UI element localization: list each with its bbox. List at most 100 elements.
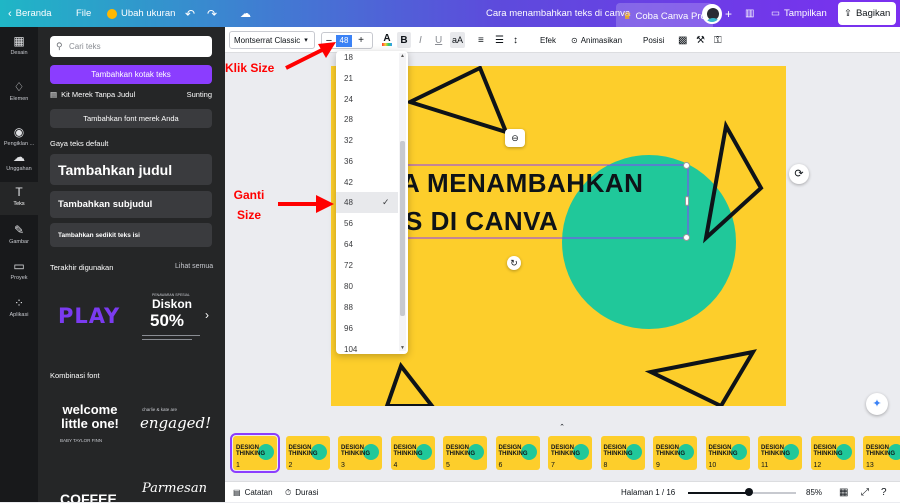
italic-button[interactable]: I — [419, 27, 422, 53]
effects-button[interactable]: Efek — [540, 27, 556, 53]
rail-item-design[interactable]: ▦ Desain — [0, 35, 38, 56]
cloud-save-icon[interactable]: ☁ — [240, 0, 251, 27]
chevron-up-icon[interactable]: ⌃ — [555, 423, 569, 431]
page-thumbnail[interactable]: DESIGN THINKING 9 — [653, 436, 697, 470]
increase-size-button[interactable]: + — [352, 35, 370, 46]
transparency-icon[interactable]: ▩ — [678, 27, 687, 53]
add-textbox-button[interactable]: Tambahkan kotak teks — [50, 65, 212, 84]
magic-icon[interactable]: ✦ — [866, 393, 888, 415]
page-thumbnail[interactable]: DESIGN THINKING 10 — [705, 436, 750, 470]
see-all-link[interactable]: Lihat semua — [175, 263, 213, 270]
resize-handle[interactable] — [683, 234, 690, 241]
bold-button[interactable]: B — [397, 32, 411, 48]
dropdown-scrollbar[interactable]: ▲ ▼ — [399, 53, 406, 351]
size-option[interactable]: 56 — [336, 213, 398, 234]
rail-item-projects[interactable]: ▭ Proyek — [0, 260, 38, 281]
refresh-icon[interactable]: ⟳ — [789, 164, 809, 184]
duration-button[interactable]: ⏱ Durasi — [285, 482, 318, 503]
edit-link[interactable]: Sunting — [187, 90, 212, 99]
zoom-knob[interactable] — [745, 487, 754, 496]
dropdown-scroll-thumb[interactable] — [400, 141, 405, 316]
text-line-2[interactable]: S DI CANVA — [405, 206, 558, 237]
position-button[interactable]: Posisi — [643, 27, 664, 53]
share-button[interactable]: ⇪ Bagikan — [838, 2, 897, 25]
page-thumbnail[interactable]: DESIGN THINKING 5 — [443, 436, 487, 470]
size-option[interactable]: 104 — [336, 339, 398, 354]
paint-format-icon[interactable]: ⚒ — [696, 27, 705, 53]
size-option[interactable]: 42 — [336, 172, 398, 193]
size-option[interactable]: 96 — [336, 318, 398, 339]
page-thumbnail[interactable]: DESIGN THINKING 12 — [810, 436, 855, 470]
home-button[interactable]: ‹ Beranda — [8, 0, 52, 27]
add-brand-font-button[interactable]: Tambahkan font merek Anda — [50, 109, 212, 128]
combo-template-welcome[interactable]: welcome little one! BABY TAYLOR FINN — [50, 391, 130, 471]
rail-item-text[interactable]: T Teks — [0, 182, 38, 215]
page-thumbnail[interactable]: DESIGN THINKING 3 — [338, 436, 382, 470]
help-icon[interactable]: ? — [881, 482, 887, 503]
page-thumbnail[interactable]: DESIGN THINKING 8 — [600, 436, 645, 470]
combo-template-coffee[interactable]: COFFEE — [50, 485, 130, 502]
animate-button[interactable]: ⊙ Animasikan — [571, 27, 622, 53]
size-option[interactable]: 32 — [336, 130, 398, 151]
size-option[interactable]: 24 — [336, 89, 398, 110]
combo-template-engaged[interactable]: charlie & kate are engaged! — [136, 391, 211, 471]
recent-template-play[interactable]: PLAY — [50, 282, 130, 352]
page-thumbnail[interactable]: DESIGN THINKING 6 — [495, 436, 540, 470]
undo-icon[interactable]: ↶ — [185, 0, 195, 27]
document-title[interactable]: Cara menambahkan teks di canva — [486, 0, 630, 27]
size-option[interactable]: 88 — [336, 297, 398, 318]
rail-item-brand[interactable]: ◉ Pengiklan ... — [0, 126, 38, 147]
notes-button[interactable]: ▤ Catatan — [233, 482, 273, 503]
brand-kit-name[interactable]: ▤ Kit Merek Tanpa Judul — [50, 90, 135, 99]
insights-icon[interactable]: ▥ — [745, 0, 754, 27]
avatar[interactable] — [702, 0, 722, 27]
scroll-down-icon[interactable]: ▼ — [399, 345, 406, 351]
size-option[interactable]: 21 — [336, 68, 398, 89]
page-thumbnail[interactable]: DESIGN THINKING 1 — [230, 433, 280, 473]
try-pro-button[interactable]: ♛ Coba Canva Pro — [616, 3, 713, 30]
rail-item-uploads[interactable]: ☁ Unggahan — [0, 151, 38, 172]
rail-item-elements[interactable]: ♢ Elemen — [0, 81, 38, 102]
search-input[interactable]: ⚲ Cari teks — [50, 36, 212, 57]
size-option[interactable]: 72 — [336, 255, 398, 276]
size-option[interactable]: 36 — [336, 151, 398, 172]
page-thumbnail[interactable]: DESIGN THINKING 7 — [548, 436, 592, 470]
add-heading-button[interactable]: Tambahkan judul — [50, 154, 212, 185]
chevron-right-icon[interactable]: › — [205, 308, 209, 322]
link-icon[interactable]: ⊖ — [505, 129, 525, 147]
rail-item-apps[interactable]: ⁘ Aplikasi — [0, 297, 38, 318]
size-option-selected[interactable]: 48 ✓ — [336, 192, 398, 213]
page-indicator[interactable]: Halaman 1 / 16 — [621, 482, 675, 503]
scroll-up-icon[interactable]: ▲ — [399, 53, 406, 59]
text-line-1[interactable]: A MENAMBAHKAN — [401, 168, 643, 199]
text-color-button[interactable]: A — [382, 27, 392, 53]
size-option[interactable]: 18 — [336, 51, 398, 68]
list-icon[interactable]: ☰ — [495, 27, 504, 53]
add-body-button[interactable]: Tambahkan sedikit teks isi — [50, 223, 212, 247]
recent-template-diskon[interactable]: PENAWARAN SPESIAL Diskon 50% — [136, 282, 206, 352]
side-handle[interactable] — [685, 196, 689, 206]
zoom-slider[interactable] — [688, 482, 796, 503]
align-icon[interactable]: ≡ — [478, 27, 484, 53]
add-subheading-button[interactable]: Tambahkan subjudul — [50, 191, 212, 218]
present-button[interactable]: ▭ Tampilkan — [771, 0, 827, 27]
combo-template-parmesan[interactable]: Parmesan — [136, 477, 207, 502]
size-option[interactable]: 28 — [336, 109, 398, 130]
fullscreen-icon[interactable]: ⤢ — [861, 482, 869, 503]
page-thumbnail[interactable]: DESIGN THINKING 11 — [758, 436, 802, 470]
case-button[interactable]: aA — [450, 32, 465, 48]
file-menu[interactable]: File — [76, 0, 91, 27]
resize-button[interactable]: Ubah ukuran — [107, 0, 175, 27]
rotate-icon[interactable]: ↻ — [507, 256, 521, 270]
page-thumbnail[interactable]: DESIGN THINKING 2 — [285, 436, 330, 470]
add-member-icon[interactable]: + — [725, 0, 732, 27]
resize-handle[interactable] — [683, 162, 690, 169]
lock-icon[interactable]: ⚿ — [714, 27, 722, 53]
zoom-value[interactable]: 85% — [806, 482, 822, 503]
page-thumbnail[interactable]: DESIGN THINKING 13 — [863, 436, 900, 470]
redo-icon[interactable]: ↷ — [207, 0, 217, 27]
rail-item-draw[interactable]: ✎ Gambar — [0, 224, 38, 245]
spacing-icon[interactable]: ↕ — [513, 27, 518, 53]
size-option[interactable]: 64 — [336, 234, 398, 255]
grid-view-icon[interactable]: ▦ — [839, 482, 848, 503]
